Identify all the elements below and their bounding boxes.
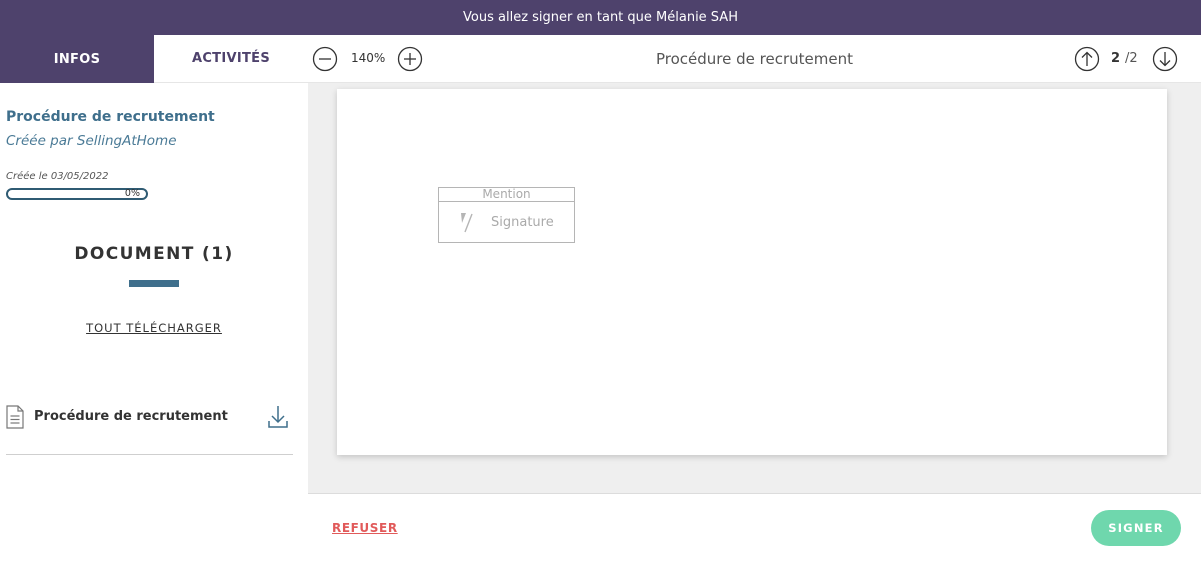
- procedure-created-date: Créée le 03/05/2022: [6, 171, 109, 182]
- arrow-down-circle-icon[interactable]: [1152, 46, 1178, 72]
- tab-activites-label: ACTIVITÉS: [191, 51, 270, 66]
- progress-bar: 0%: [6, 188, 148, 200]
- signature-label: Signature: [491, 214, 554, 230]
- download-icon[interactable]: [267, 404, 289, 430]
- sidebar: INFOS ACTIVITÉS Procédure de recrutement…: [0, 35, 308, 565]
- document-title: Procédure de recrutement: [656, 50, 853, 68]
- document-viewer[interactable]: Mention Signature: [308, 83, 1201, 493]
- document-page: Mention Signature: [337, 89, 1167, 455]
- refuse-button[interactable]: REFUSER: [332, 521, 398, 535]
- document-name: Procédure de recrutement: [34, 409, 228, 424]
- page-total: /2: [1125, 51, 1138, 66]
- tab-infos-label: INFOS: [53, 51, 101, 67]
- zoom-out-icon[interactable]: [312, 46, 338, 72]
- tab-infos[interactable]: INFOS: [0, 35, 154, 83]
- signer-banner-text: Vous allez signer en tant que Mélanie SA…: [463, 10, 738, 25]
- sign-button[interactable]: SIGNER: [1091, 510, 1181, 546]
- signer-banner: Vous allez signer en tant que Mélanie SA…: [0, 0, 1201, 35]
- zoom-level: 140%: [351, 51, 386, 65]
- zoom-in-icon[interactable]: [397, 46, 423, 72]
- signature-mention: Mention: [439, 188, 574, 202]
- progress-label: 0%: [124, 188, 140, 199]
- arrow-up-circle-icon[interactable]: [1074, 46, 1100, 72]
- download-all-link[interactable]: TOUT TÉLÉCHARGER: [6, 321, 302, 335]
- documents-heading-underline: [129, 280, 179, 287]
- signature-pen-icon: [457, 210, 481, 234]
- document-list-item[interactable]: Procédure de recrutement: [6, 394, 293, 455]
- tab-activites[interactable]: ACTIVITÉS: [154, 35, 308, 83]
- signature-field[interactable]: Mention Signature: [438, 187, 575, 243]
- procedure-author: Créée par SellingAtHome: [6, 133, 177, 149]
- documents-heading: DOCUMENT (1): [74, 244, 234, 264]
- procedure-title: Procédure de recrutement: [6, 109, 215, 125]
- sidebar-tabs: INFOS ACTIVITÉS: [0, 35, 308, 83]
- signature-field-body: Signature: [439, 202, 574, 242]
- procedure-info: Procédure de recrutement Créée par Selli…: [0, 83, 308, 335]
- viewer-toolbar: 140% Procédure de recrutement 2 /2: [308, 35, 1201, 83]
- document-icon: [6, 405, 24, 429]
- page-current: 2: [1111, 51, 1121, 66]
- action-footer: REFUSER SIGNER: [308, 493, 1201, 565]
